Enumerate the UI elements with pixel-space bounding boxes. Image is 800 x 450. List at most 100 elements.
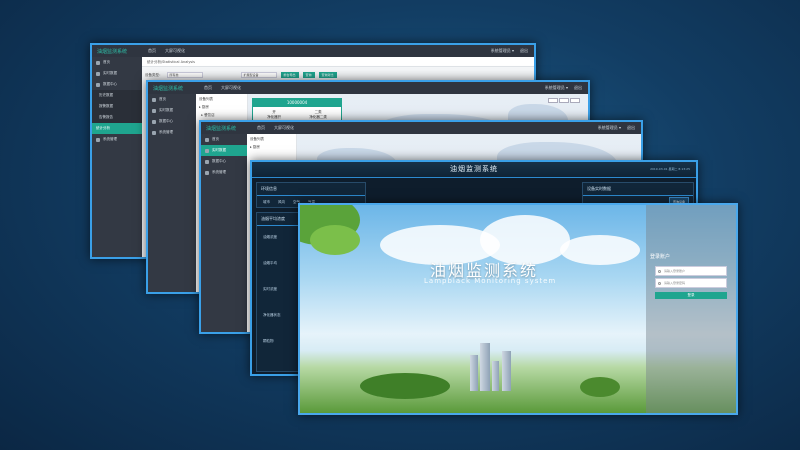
top-bar: 油烟监测系统 首页 大屏可视化 系统管理员 ▾ 退出 [92,45,534,57]
sidebar-item-history[interactable]: 历史数据 [92,90,142,101]
sidebar-item-label: 数据中心 [159,119,173,123]
device-type-select[interactable]: 所有类 [166,72,203,78]
cloud-graphic [560,235,640,265]
sidebar-item-label: 首页 [159,97,166,101]
sidebar-item-label: 实时数据 [212,148,226,152]
user-menu[interactable]: 系统管理员 ▾ [598,125,621,131]
panel-title: 环境信息 [257,183,365,196]
username-input[interactable]: 请输入登录账户 [655,266,727,276]
device-subtype-select[interactable]: 扩展型设备 [240,72,277,78]
login-title: 登录账户 [650,254,671,260]
logout-link[interactable]: 退出 [574,85,582,91]
sidebar-item-label: 系统管理 [212,170,226,174]
login-panel: 登录账户 请输入登录账户 请输入登录密码 登录 [646,205,736,413]
logout-link[interactable]: 退出 [627,125,635,131]
brand-logo: 油烟监测系统 [97,48,128,55]
building-graphic [480,343,490,391]
sidebar-item-system[interactable]: 系统管理 [201,167,247,178]
database-icon [96,82,100,87]
brand-logo: 油烟监测系统 [206,125,237,132]
concentration-bars: 油烟浓度 油烟平均 实时浓度 净化器状态 颗粒物 [263,232,293,362]
sidebar-item-statistics[interactable]: 统计分析 [92,123,142,134]
sidebar-item-report[interactable]: 告警报告 [92,112,142,123]
nav-bigscreen[interactable]: 大屏可视化 [165,48,185,54]
concentration-panel: 油烟平均浓度 油烟浓度 油烟平均 实时浓度 净化器状态 颗粒物 [256,212,300,372]
sidebar-item-home[interactable]: 首页 [148,94,196,105]
sidebar-item-label: 报警数据 [99,104,113,108]
tree-node[interactable]: ▸ 厨房 [199,105,244,110]
database-icon [152,119,156,124]
sidebar-item-label: 首页 [212,137,219,141]
gear-icon [152,130,156,135]
panel-title: 油烟平均浓度 [257,213,299,226]
nav-home[interactable]: 首页 [204,85,212,91]
bar-label: 油烟平均 [263,261,277,265]
sidebar: 首页 实时数据 数据中心 历史数据 报警数据 告警报告 统计分析 系统管理 [92,57,142,257]
sidebar-item-label: 实时数据 [103,71,117,75]
compare-button[interactable]: 查询对比 [318,72,337,78]
tree-node[interactable]: ▸ 餐饮店 [199,113,244,118]
bar-label: 油烟浓度 [263,235,277,239]
sidebar: 首页 实时数据 数据中心 系统管理 [148,94,196,292]
tree-node-label: 厨房 [252,145,260,149]
login-app-subtitle: Lampblack Monitoring system [424,277,557,285]
sidebar-item-realtime[interactable]: 实时数据 [92,68,142,79]
logout-link[interactable]: 退出 [520,48,528,54]
nav-home[interactable]: 首页 [257,125,265,131]
building-graphic [502,351,511,391]
chart-icon [96,71,100,76]
breadcrumb: 统计分析/Statistical Analysis [142,57,534,67]
brand-logo: 油烟监测系统 [153,85,184,92]
tree-node-label: 餐饮店 [204,113,215,117]
sidebar-item-datacenter[interactable]: 数据中心 [148,116,196,127]
chart-icon [205,148,209,153]
dashboard-header: 油烟监测系统 2019-03-01 星期二 8:13:25 [252,162,696,178]
login-button[interactable]: 登录 [655,292,727,299]
bar-label: 颗粒物 [263,339,274,343]
sidebar-item-realtime[interactable]: 实时数据 [201,145,247,156]
sidebar-item-label: 首页 [103,60,110,64]
popup-device-id: 10000004 [253,99,341,107]
sidebar-item-label: 实时数据 [159,108,173,112]
export-button[interactable]: 前台导出 [280,72,299,78]
sidebar-item-home[interactable]: 首页 [201,134,247,145]
user-menu[interactable]: 系统管理员 ▾ [491,48,514,54]
sidebar-item-realtime[interactable]: 实时数据 [148,105,196,116]
home-icon [205,137,209,142]
login-window: 油烟监测系统 Lampblack Monitoring system 登录账户 … [298,203,738,415]
sidebar-item-alarm[interactable]: 报警数据 [92,101,142,112]
sidebar-item-datacenter[interactable]: 数据中心 [201,156,247,167]
map-type-button[interactable] [559,98,569,103]
tab-city[interactable]: 城市 [263,200,270,205]
username-placeholder: 请输入登录账户 [664,269,686,273]
nav-bigscreen[interactable]: 大屏可视化 [274,125,294,131]
sidebar-item-system[interactable]: 系统管理 [92,134,142,145]
nav-bigscreen[interactable]: 大屏可视化 [221,85,241,91]
tree-title: 设备列表 [250,137,264,141]
chart-icon [152,108,156,113]
tree-node-label: 厨房 [201,105,209,109]
sidebar-item-label: 数据中心 [212,159,226,163]
password-placeholder: 请输入登录密码 [664,281,686,285]
sidebar-item-home[interactable]: 首页 [92,57,142,68]
tree-foliage [360,373,450,399]
sidebar-item-datacenter[interactable]: 数据中心 [92,79,142,90]
password-input[interactable]: 请输入登录密码 [655,278,727,288]
panel-title: 设备实时数据 [583,183,693,196]
sidebar-item-label: 系统管理 [103,137,117,141]
tree-foliage [310,225,360,255]
user-menu[interactable]: 系统管理员 ▾ [545,85,568,91]
query-button[interactable]: 查询 [302,72,315,78]
tree-node[interactable]: ▸ 厨房 [250,145,293,150]
home-icon [152,97,156,102]
building-graphic [470,355,478,391]
tab-wind[interactable]: 风向 [278,200,285,205]
nav-home[interactable]: 首页 [148,48,156,54]
map-type-button[interactable] [570,98,580,103]
map-type-button[interactable] [548,98,558,103]
bar-label: 净化器状态 [263,313,281,317]
building-graphic [492,361,499,391]
sidebar-item-system[interactable]: 系统管理 [148,127,196,138]
filter-bar: 设备类型： 所有类 扩展型设备 前台导出 查询 查询对比 [145,70,530,80]
map-controls [548,98,580,103]
